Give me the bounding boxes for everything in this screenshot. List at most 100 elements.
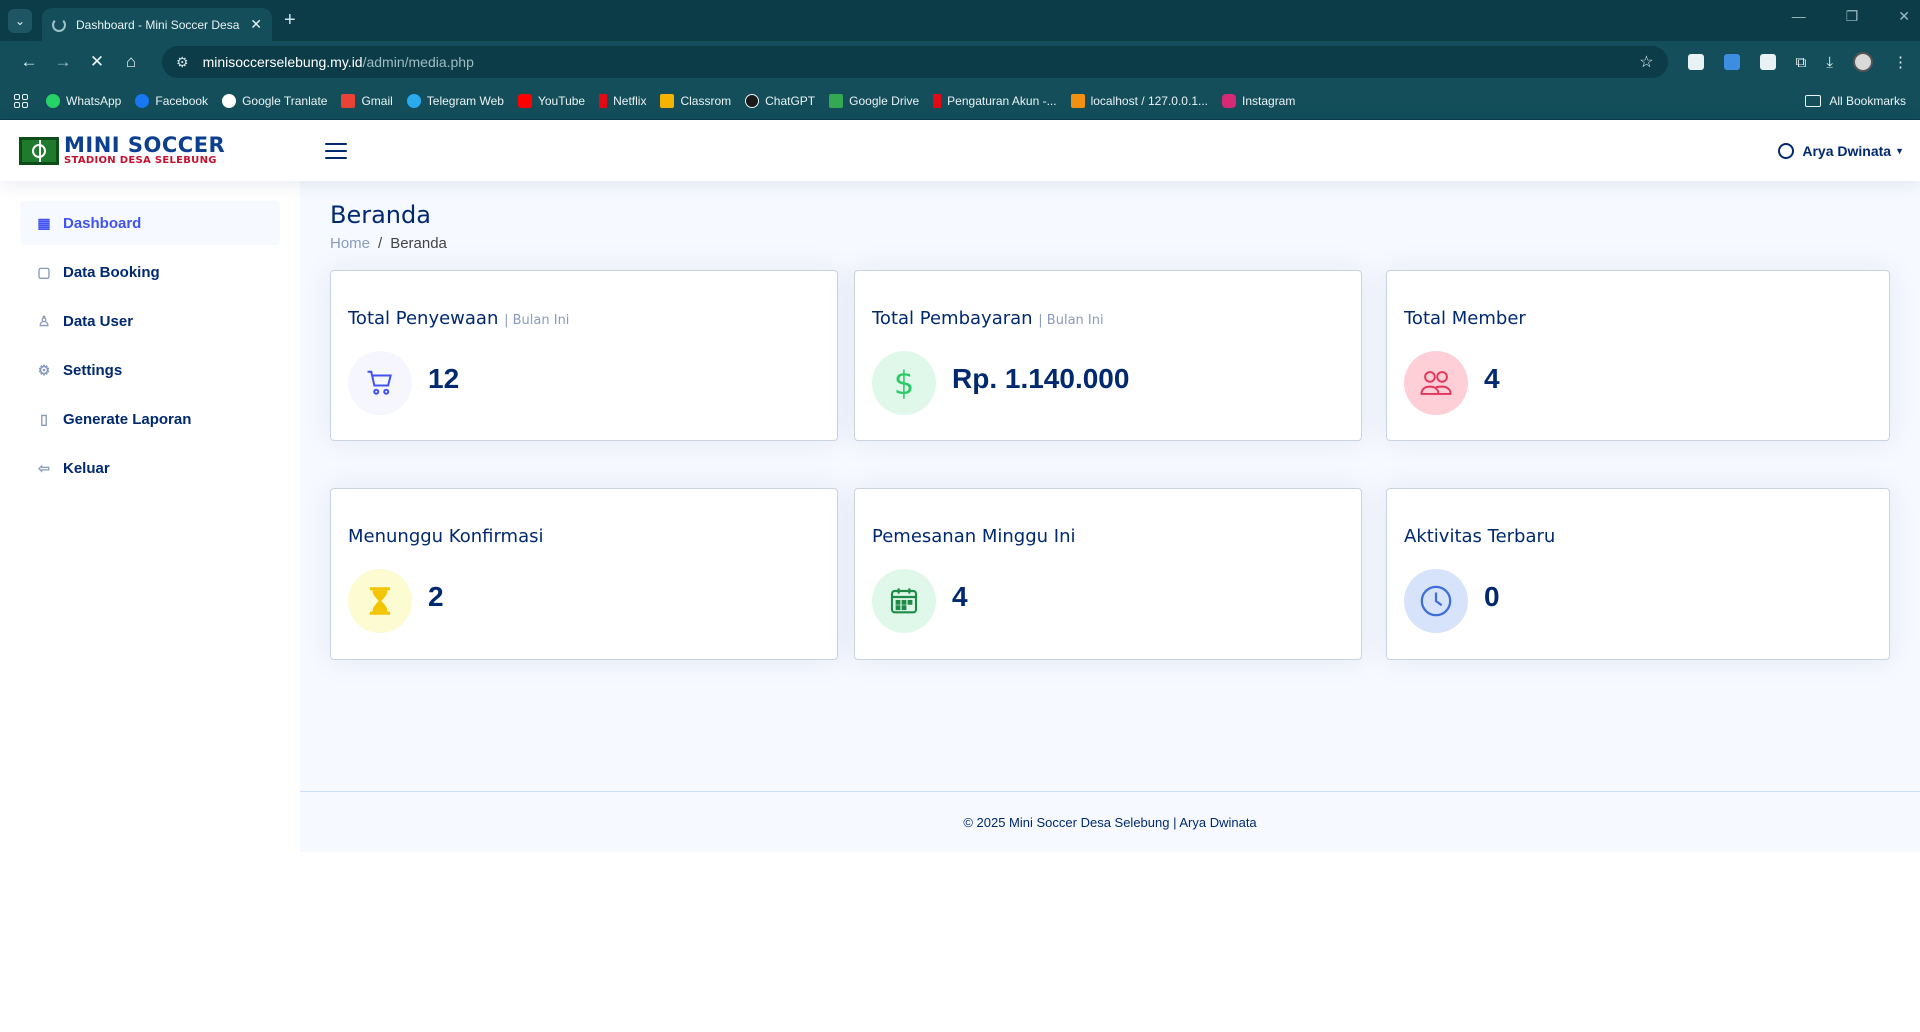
card-title: Total Penyewaan | Bulan Ini bbox=[348, 308, 569, 329]
bookmark-localhost[interactable]: localhost / 127.0.0.1... bbox=[1070, 94, 1208, 108]
sidebar-item-generate-laporan[interactable]: ▯ Generate Laporan bbox=[20, 397, 280, 441]
caret-down-icon: ▼ bbox=[1895, 145, 1904, 156]
bookmark-label: ChatGPT bbox=[765, 94, 816, 108]
bookmark-netflix[interactable]: Netflix bbox=[599, 94, 646, 108]
restore-icon[interactable]: ❐ bbox=[1846, 8, 1859, 25]
url-path: /admin/media.php bbox=[362, 54, 474, 70]
grid-icon: ▦ bbox=[37, 214, 51, 231]
back-icon[interactable]: ← bbox=[12, 52, 46, 72]
card-title: Total Member bbox=[1404, 308, 1526, 329]
people-icon bbox=[1404, 351, 1468, 415]
sidebar-item-label: Data Booking bbox=[63, 263, 160, 281]
main-content: Beranda Home / Beranda Total Penyewaan |… bbox=[300, 181, 1920, 1032]
sidebar-item-data-booking[interactable]: ▢ Data Booking bbox=[20, 250, 280, 294]
calendar-icon bbox=[872, 569, 936, 633]
sidebar-item-data-user[interactable]: ♙ Data User bbox=[20, 299, 280, 343]
cart-icon bbox=[348, 351, 412, 415]
minimize-icon[interactable]: — bbox=[1792, 8, 1806, 25]
logout-icon: ⇦ bbox=[38, 459, 50, 476]
close-tab-icon[interactable]: ✕ bbox=[250, 16, 262, 33]
sidebar-item-label: Generate Laporan bbox=[63, 410, 192, 428]
extensions-puzzle-icon[interactable]: ⧉ bbox=[1796, 54, 1807, 71]
profile-avatar-icon[interactable] bbox=[1853, 52, 1873, 72]
profile-name: Arya Dwinata bbox=[1802, 142, 1892, 159]
new-tab-button[interactable]: + bbox=[284, 9, 296, 32]
gear-icon: ⚙ bbox=[37, 361, 51, 378]
bookmarks-bar: WhatsApp Facebook Google Tranlate Gmail … bbox=[0, 83, 1920, 120]
site-info-icon[interactable]: ⚙ bbox=[176, 54, 189, 71]
folder-icon bbox=[1805, 95, 1822, 107]
card-title-text: Total Member bbox=[1404, 308, 1526, 329]
bookmark-telegram[interactable]: Telegram Web bbox=[406, 94, 504, 108]
toggle-sidebar-icon[interactable] bbox=[325, 142, 348, 159]
download-icon[interactable]: ⤓ bbox=[1826, 54, 1833, 71]
card-value: 4 bbox=[1484, 363, 1500, 394]
profile-dropdown[interactable]: Arya Dwinata ▼ bbox=[1778, 142, 1904, 159]
sidebar-item-keluar[interactable]: ⇦ Keluar bbox=[20, 446, 280, 490]
logo-text: MINI SOCCER STADION DESA SELEBUNG bbox=[64, 135, 225, 166]
instagram-icon bbox=[1222, 94, 1236, 108]
sidebar-item-label: Keluar bbox=[63, 459, 110, 477]
stop-loading-icon[interactable]: ✕ bbox=[80, 52, 114, 72]
soccer-field-logo-icon bbox=[19, 136, 59, 165]
page-title: Beranda bbox=[330, 201, 431, 229]
card-title-text: Menunggu Konfirmasi bbox=[348, 526, 544, 547]
browser-tab-active[interactable]: Dashboard - Mini Soccer Desa S ✕ bbox=[42, 8, 272, 41]
bookmark-youtube[interactable]: YouTube bbox=[517, 94, 585, 108]
netflix-icon bbox=[599, 94, 608, 108]
bookmark-whatsapp[interactable]: WhatsApp bbox=[46, 94, 121, 108]
bag-icon: ▢ bbox=[37, 263, 51, 280]
bookmark-label: WhatsApp bbox=[66, 94, 122, 108]
footer-copyright: © 2025 Mini Soccer Desa Selebung | Arya … bbox=[963, 814, 1257, 830]
card-title-text: Aktivitas Terbaru bbox=[1404, 526, 1556, 547]
bookmark-pengaturan-akun[interactable]: Pengaturan Akun -... bbox=[933, 94, 1057, 108]
menu-kebab-icon[interactable]: ⋮ bbox=[1893, 53, 1908, 71]
extension-icon[interactable] bbox=[1723, 54, 1740, 70]
telegram-icon bbox=[406, 94, 421, 108]
bookmark-google-drive[interactable]: Google Drive bbox=[829, 94, 919, 108]
card-title-text: Total Pembayaran bbox=[872, 308, 1033, 329]
card-title: Menunggu Konfirmasi bbox=[348, 526, 544, 547]
home-icon[interactable]: ⌂ bbox=[114, 52, 148, 72]
tab-search-button[interactable]: ⌄ bbox=[8, 8, 32, 33]
all-bookmarks-button[interactable]: All Bookmarks bbox=[1805, 94, 1906, 108]
bookmark-google-translate[interactable]: Google Tranlate bbox=[222, 94, 327, 108]
bookmark-gmail[interactable]: Gmail bbox=[341, 94, 393, 108]
card-pemesanan-minggu-ini: Pemesanan Minggu Ini 4 bbox=[854, 488, 1362, 660]
card-total-member: Total Member 4 bbox=[1386, 270, 1890, 441]
bookmark-star-icon[interactable]: ☆ bbox=[1639, 52, 1653, 72]
bookmark-label: localhost / 127.0.0.1... bbox=[1090, 94, 1208, 108]
card-title: Pemesanan Minggu Ini bbox=[872, 526, 1076, 547]
close-window-icon[interactable]: ✕ bbox=[1898, 8, 1910, 25]
card-value: 4 bbox=[952, 581, 968, 612]
logo[interactable]: MINI SOCCER STADION DESA SELEBUNG bbox=[19, 135, 225, 166]
card-subtitle: | Bulan Ini bbox=[1038, 313, 1104, 328]
apps-grid-icon[interactable] bbox=[14, 94, 28, 108]
person-icon: ♙ bbox=[37, 312, 51, 329]
bookmark-classroom[interactable]: Classrom bbox=[660, 94, 731, 108]
loading-spinner-icon bbox=[52, 17, 66, 32]
card-value: 0 bbox=[1484, 581, 1500, 612]
bookmark-chatgpt[interactable]: ChatGPT bbox=[745, 94, 815, 108]
forward-icon[interactable]: → bbox=[46, 52, 80, 72]
bookmark-instagram[interactable]: Instagram bbox=[1222, 94, 1295, 108]
bookmark-label: Google Tranlate bbox=[242, 94, 328, 108]
sidebar-item-dashboard[interactable]: ▦ Dashboard bbox=[20, 201, 280, 245]
address-bar[interactable]: ⚙ minisoccerselebung.my.id /admin/media.… bbox=[162, 46, 1668, 78]
breadcrumb-home-link[interactable]: Home bbox=[330, 235, 370, 252]
card-title: Total Pembayaran | Bulan Ini bbox=[872, 308, 1104, 329]
app-header: MINI SOCCER STADION DESA SELEBUNG Arya D… bbox=[0, 120, 1920, 181]
breadcrumb-current: Beranda bbox=[390, 235, 447, 252]
extension-icon[interactable] bbox=[1687, 54, 1704, 70]
page-title-block: Beranda Home / Beranda bbox=[330, 201, 447, 252]
card-value: 12 bbox=[428, 363, 460, 394]
extension-icon[interactable] bbox=[1759, 54, 1776, 70]
card-total-penyewaan: Total Penyewaan | Bulan Ini 12 bbox=[330, 270, 838, 441]
google-icon bbox=[222, 94, 237, 108]
hourglass-icon bbox=[348, 569, 412, 633]
bookmark-label: Pengaturan Akun -... bbox=[947, 94, 1057, 108]
sidebar-item-settings[interactable]: ⚙ Settings bbox=[20, 348, 280, 392]
tab-title: Dashboard - Mini Soccer Desa S bbox=[76, 17, 243, 32]
bookmark-facebook[interactable]: Facebook bbox=[135, 94, 208, 108]
facebook-icon bbox=[135, 94, 150, 108]
